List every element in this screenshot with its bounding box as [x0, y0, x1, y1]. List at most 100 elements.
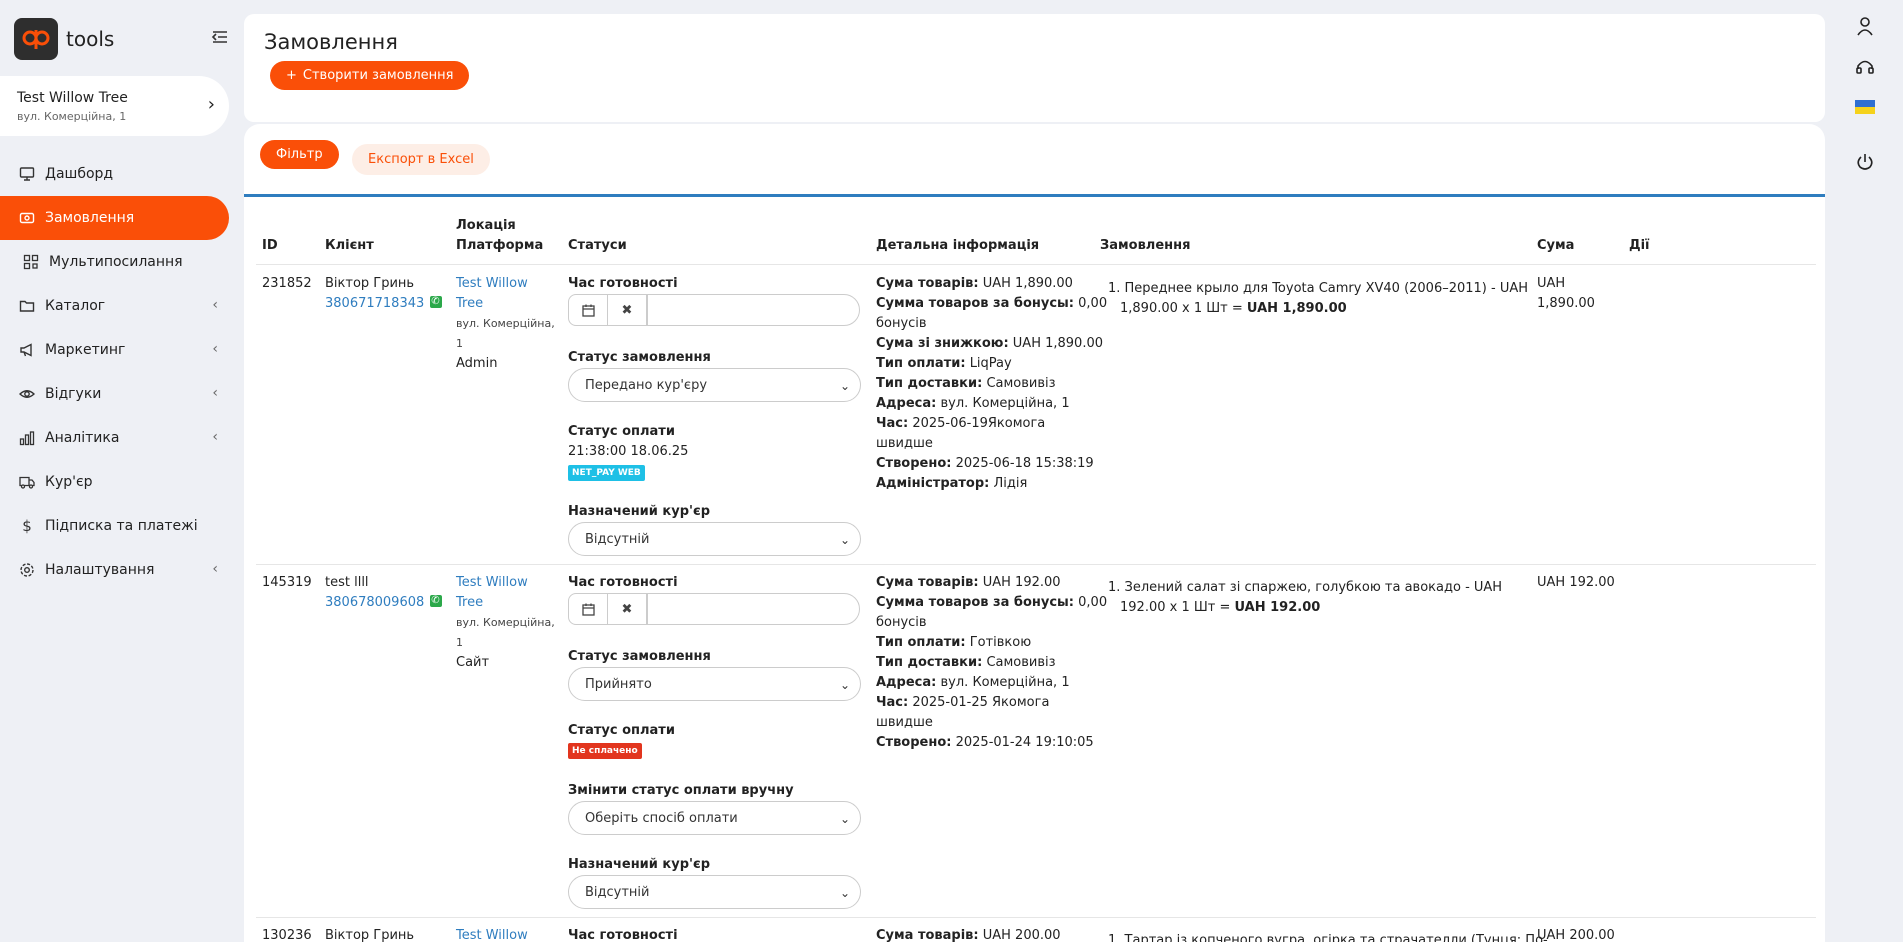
phone-icon[interactable] [430, 591, 443, 611]
orders-table-card: Фільтр Експорт в Excel ID Клієнт Локація… [244, 124, 1825, 942]
clear-icon[interactable]: ✖ [607, 294, 647, 326]
logo[interactable]: tools [14, 18, 229, 60]
detail-value: UAH 200.00 [982, 928, 1061, 942]
payment-status-label: Статус оплати [568, 723, 675, 738]
detail-value: бонусів [876, 316, 927, 331]
column-header-client[interactable]: Клієнт [325, 236, 374, 256]
sidebar-item-multilinks[interactable]: Мультипосилання [0, 240, 236, 284]
detail-address: Адреса: вул. Комерційна, 1 [876, 673, 1070, 693]
detail-value: 0,00 [1078, 296, 1108, 311]
collapse-sidebar-icon[interactable] [211, 28, 229, 51]
power-icon[interactable] [1855, 152, 1875, 172]
location-link[interactable]: Test Willow [456, 573, 528, 593]
sidebar: tools Test Willow Tree вул. Комерційна, … [0, 0, 236, 942]
client-phone-link[interactable]: 380671718343 [325, 292, 443, 314]
select-value: Відсутній [585, 531, 650, 547]
column-header-location[interactable]: Локація [456, 216, 516, 236]
ukraine-flag-icon[interactable] [1855, 99, 1875, 114]
order-id[interactable]: 130236 [262, 926, 312, 942]
sidebar-item-label: Відгуки [45, 386, 102, 402]
detail-value: 2025-01-24 19:10:05 [955, 735, 1094, 750]
clear-icon[interactable]: ✖ [607, 593, 647, 625]
order-status-label: Статус замовлення [568, 350, 711, 365]
location-link[interactable]: Test Willow [456, 926, 528, 942]
chevron-left-icon: ‹ [212, 385, 218, 401]
filter-button[interactable]: Фільтр [260, 140, 339, 169]
truck-icon [18, 473, 36, 491]
store-selector[interactable]: Test Willow Tree вул. Комерційна, 1 › [0, 76, 229, 136]
calendar-icon[interactable] [568, 593, 608, 625]
location-address: 1 [456, 636, 463, 649]
plus-icon: + [286, 68, 297, 83]
order-status-select[interactable]: Передано кур'єру ⌄ [568, 368, 861, 402]
right-rail [1827, 0, 1903, 942]
detail-label: Сума товарів: [876, 276, 979, 291]
order-id[interactable]: 231852 [262, 274, 312, 294]
detail-address: Адреса: вул. Комерційна, 1 [876, 394, 1070, 414]
column-header-actions[interactable]: Дії [1629, 236, 1650, 256]
dollar-icon: $ [22, 517, 32, 535]
column-header-id[interactable]: ID [262, 236, 278, 256]
detail-label: Адміністратор: [876, 476, 990, 491]
sidebar-item-label: Налаштування [45, 562, 155, 578]
sidebar-item-orders[interactable]: Замовлення [0, 196, 229, 240]
location-link[interactable]: Tree [456, 593, 483, 613]
detail-created: Створено: 2025-01-24 19:10:05 [876, 733, 1094, 753]
order-id[interactable]: 145319 [262, 573, 312, 593]
detail-payment-type: Тип оплати: Готівкою [876, 633, 1031, 653]
sidebar-item-analytics[interactable]: Аналітика ‹ [0, 416, 236, 460]
select-value: Оберіть спосіб оплати [585, 810, 738, 826]
row-divider [256, 917, 1816, 918]
order-item-qty: 1,890.00 x 1 Шт = [1120, 301, 1243, 316]
headset-icon[interactable] [1855, 57, 1875, 77]
location-address: вул. Комерційна, [456, 317, 555, 330]
column-header-details[interactable]: Детальна інформація [876, 236, 1039, 256]
detail-value: 2025-06-19Якомога [912, 416, 1046, 431]
column-header-order[interactable]: Замовлення [1100, 236, 1190, 256]
order-item-line: 192.00 x 1 Шт = UAH 192.00 [1120, 598, 1320, 618]
detail-label: Тип оплати: [876, 635, 966, 650]
sidebar-item-label: Каталог [45, 298, 106, 314]
client-phone-link[interactable]: 380678009608 [325, 591, 443, 613]
sidebar-item-subscription[interactable]: $ Підписка та платежі [0, 504, 236, 548]
column-header-sum[interactable]: Сума [1537, 236, 1574, 256]
ready-time-input[interactable] [647, 593, 860, 625]
column-header-statuses[interactable]: Статуси [568, 236, 627, 256]
payment-method-select[interactable]: Оберіть спосіб оплати ⌄ [568, 801, 861, 835]
chevron-left-icon: ‹ [212, 561, 218, 577]
phone-icon[interactable] [430, 292, 443, 312]
assigned-courier-label: Назначений кур'єр [568, 504, 711, 519]
detail-label: Сумма товаров за бонусы: [876, 595, 1074, 610]
user-icon[interactable] [1855, 16, 1875, 36]
order-sum: UAH [1537, 276, 1566, 291]
sidebar-item-reviews[interactable]: Відгуки ‹ [0, 372, 236, 416]
sidebar-item-dashboard[interactable]: Дашборд [0, 152, 236, 196]
export-excel-button[interactable]: Експорт в Excel [352, 144, 490, 175]
courier-select[interactable]: Відсутній ⌄ [568, 522, 861, 556]
location-link[interactable]: Test Willow [456, 274, 528, 294]
location-link[interactable]: Tree [456, 294, 483, 314]
client-phone: 380678009608 [325, 595, 425, 610]
sidebar-item-settings[interactable]: Налаштування ‹ [0, 548, 236, 592]
detail-value: вул. Комерційна, 1 [940, 396, 1070, 411]
detail-value: 2025-06-18 15:38:19 [955, 456, 1094, 471]
manual-payment-label: Змінити статус оплати вручну [568, 783, 794, 798]
sidebar-item-label: Мультипосилання [49, 254, 183, 270]
column-header-platform[interactable]: Платформа [456, 236, 543, 256]
select-value: Передано кур'єру [585, 377, 708, 393]
bar-chart-icon [18, 429, 36, 447]
courier-select[interactable]: Відсутній ⌄ [568, 875, 861, 909]
platform: Сайт [456, 655, 490, 670]
detail-value: Самовивіз [986, 655, 1056, 670]
order-status-select[interactable]: Прийнято ⌄ [568, 667, 861, 701]
create-order-button[interactable]: + Створити замовлення [270, 61, 470, 90]
detail-label: Тип доставки: [876, 376, 983, 391]
detail-sum-bonus: Сумма товаров за бонусы: 0,00 [876, 294, 1107, 314]
calendar-icon[interactable] [568, 294, 608, 326]
sidebar-item-catalog[interactable]: Каталог ‹ [0, 284, 236, 328]
order-item-line: 1. Зелений салат зі спаржею, голубкою та… [1108, 580, 1503, 595]
sidebar-item-courier[interactable]: Кур'єр [0, 460, 236, 504]
ready-time-input[interactable] [647, 294, 860, 326]
detail-value: 0,00 [1078, 595, 1108, 610]
sidebar-item-marketing[interactable]: Маркетинг ‹ [0, 328, 236, 372]
